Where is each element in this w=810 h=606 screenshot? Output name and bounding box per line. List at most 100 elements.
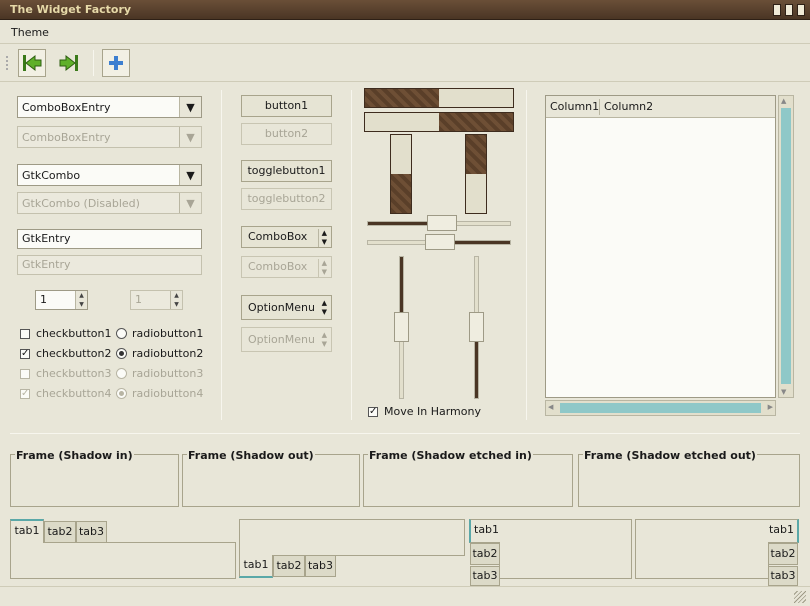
combobox-disabled: ComboBox ▲ ▼	[241, 256, 332, 278]
checkbutton4-box: ✓	[20, 388, 30, 399]
resize-grip-icon[interactable]	[794, 591, 806, 603]
tab-left-1[interactable]: tab1	[469, 519, 500, 543]
comboboxentry[interactable]: ComboBoxEntry ▼	[17, 96, 202, 118]
chevron-down-icon: ▼	[179, 193, 201, 213]
go-first-icon	[23, 54, 42, 72]
go-first-button[interactable]	[18, 49, 46, 77]
horizontal-scrollbar[interactable]: ◀ ▶	[545, 400, 776, 416]
frame-shadow-out: Frame (Shadow out)	[182, 449, 360, 507]
radiobutton1-label[interactable]: radiobutton1	[132, 327, 203, 340]
option-arrows-icon: ▲ ▼	[321, 331, 327, 348]
progress-fill	[466, 135, 486, 174]
frame-shadow-etched-out: Frame (Shadow etched out)	[578, 449, 800, 507]
radiobutton4-circle	[116, 388, 127, 399]
hscale1-slider[interactable]	[427, 215, 457, 231]
frame-label: Frame (Shadow in)	[15, 449, 134, 462]
separator	[10, 433, 800, 434]
button1[interactable]: button1	[241, 95, 332, 117]
frame-shadow-etched-in: Frame (Shadow etched in)	[363, 449, 573, 507]
minimize-button[interactable]	[773, 4, 781, 16]
toolbar-grip[interactable]	[6, 56, 10, 70]
combobox[interactable]: ComboBox ▲ ▼	[241, 226, 332, 248]
radiobutton2-label[interactable]: radiobutton2	[132, 347, 203, 360]
frame-shadow-in: Frame (Shadow in)	[10, 449, 179, 507]
tab-right-1[interactable]: tab1	[768, 519, 799, 543]
checkbutton1-box[interactable]	[20, 329, 30, 339]
toolbar	[0, 44, 810, 82]
togglebutton2: togglebutton2	[241, 188, 332, 210]
radiobutton3-circle	[116, 368, 127, 379]
notebook-bottom-page	[239, 519, 465, 556]
scroll-up-icon[interactable]: ▲	[781, 97, 786, 105]
notebook-top-page	[10, 542, 236, 579]
combo-arrows-icon: ▲ ▼	[317, 229, 327, 247]
vertical-scrollbar[interactable]: ▲ ▼	[778, 95, 794, 398]
tab-top-1[interactable]: tab1	[10, 519, 44, 543]
chevron-down-icon[interactable]: ▼	[179, 165, 201, 185]
chevron-down-icon[interactable]: ▼	[179, 97, 201, 117]
tab-top-3[interactable]: tab3	[76, 521, 107, 543]
tab-right-3[interactable]: tab3	[768, 566, 798, 586]
scrollbar-thumb[interactable]	[560, 403, 761, 413]
title-bar: The Widget Factory	[0, 0, 810, 20]
spinbutton[interactable]: 1 ▲ ▼	[35, 290, 88, 310]
togglebutton1[interactable]: togglebutton1	[241, 160, 332, 182]
scroll-right-icon[interactable]: ▶	[768, 403, 773, 411]
status-bar	[0, 586, 810, 606]
progress-fill	[365, 89, 439, 107]
tab-top-2[interactable]: tab2	[44, 521, 76, 543]
tab-bottom-2[interactable]: tab2	[273, 555, 305, 577]
radiobutton1-circle[interactable]	[116, 328, 127, 339]
tab-bottom-3[interactable]: tab3	[305, 555, 336, 577]
chevron-down-icon: ▼	[179, 127, 201, 147]
go-last-button[interactable]	[55, 49, 83, 77]
column1-header[interactable]: Column1	[550, 100, 599, 113]
move-harmony-label[interactable]: Move In Harmony	[384, 405, 481, 418]
go-last-icon	[59, 54, 78, 72]
toolbar-separator	[93, 50, 94, 76]
radiobutton4-label: radiobutton4	[132, 387, 204, 400]
radiobutton2-circle[interactable]	[116, 348, 127, 359]
button2: button2	[241, 123, 332, 145]
checkbutton2-box[interactable]: ✓	[20, 349, 30, 359]
move-harmony-checkbox[interactable]: ✓	[368, 407, 378, 417]
menu-theme[interactable]: Theme	[11, 26, 49, 39]
checkbutton1-label[interactable]: checkbutton1	[36, 327, 112, 340]
optionmenu[interactable]: OptionMenu ▲ ▼	[241, 295, 332, 320]
tab-left-3[interactable]: tab3	[470, 566, 500, 586]
vscale2-slider[interactable]	[469, 312, 484, 342]
scroll-left-icon[interactable]: ◀	[548, 403, 553, 411]
tab-right-2[interactable]: tab2	[768, 543, 798, 565]
close-button[interactable]	[797, 4, 805, 16]
vscale1-slider[interactable]	[394, 312, 409, 342]
spin-arrows-icon: ▲ ▼	[170, 291, 182, 309]
separator	[351, 90, 352, 420]
frame-label: Frame (Shadow etched in)	[368, 449, 533, 462]
scrollbar-thumb[interactable]	[781, 108, 791, 384]
gtkcombo-disabled: GtkCombo (Disabled) ▼	[17, 192, 202, 214]
frame-label: Frame (Shadow out)	[187, 449, 315, 462]
tab-bottom-1[interactable]: tab1	[239, 555, 273, 578]
add-button[interactable]	[102, 49, 130, 77]
scroll-down-icon[interactable]: ▼	[781, 388, 786, 396]
checkbutton4-label: checkbutton4	[36, 387, 112, 400]
gtkcombo[interactable]: GtkCombo ▼	[17, 164, 202, 186]
gtkentry[interactable]: GtkEntry	[17, 229, 202, 249]
radiobutton3-label: radiobutton3	[132, 367, 204, 380]
treeview[interactable]: Column1 Column2	[545, 95, 776, 398]
menu-bar: Theme	[0, 20, 810, 44]
spin-arrows-icon[interactable]: ▲ ▼	[75, 291, 87, 309]
option-arrows-icon: ▲ ▼	[321, 299, 327, 316]
checkbutton2-label[interactable]: checkbutton2	[36, 347, 112, 360]
maximize-button[interactable]	[785, 4, 793, 16]
spinbutton-disabled: 1 ▲ ▼	[130, 290, 183, 310]
treeview-header: Column1 Column2	[546, 96, 775, 118]
hscale2-slider[interactable]	[425, 234, 455, 250]
optionmenu-disabled: OptionMenu ▲ ▼	[241, 327, 332, 352]
progress-fill	[391, 174, 411, 213]
notebook-right-page	[635, 519, 769, 579]
separator	[221, 90, 222, 420]
comboboxentry-disabled: ComboBoxEntry ▼	[17, 126, 202, 148]
tab-left-2[interactable]: tab2	[470, 543, 500, 565]
column2-header[interactable]: Column2	[604, 100, 653, 113]
